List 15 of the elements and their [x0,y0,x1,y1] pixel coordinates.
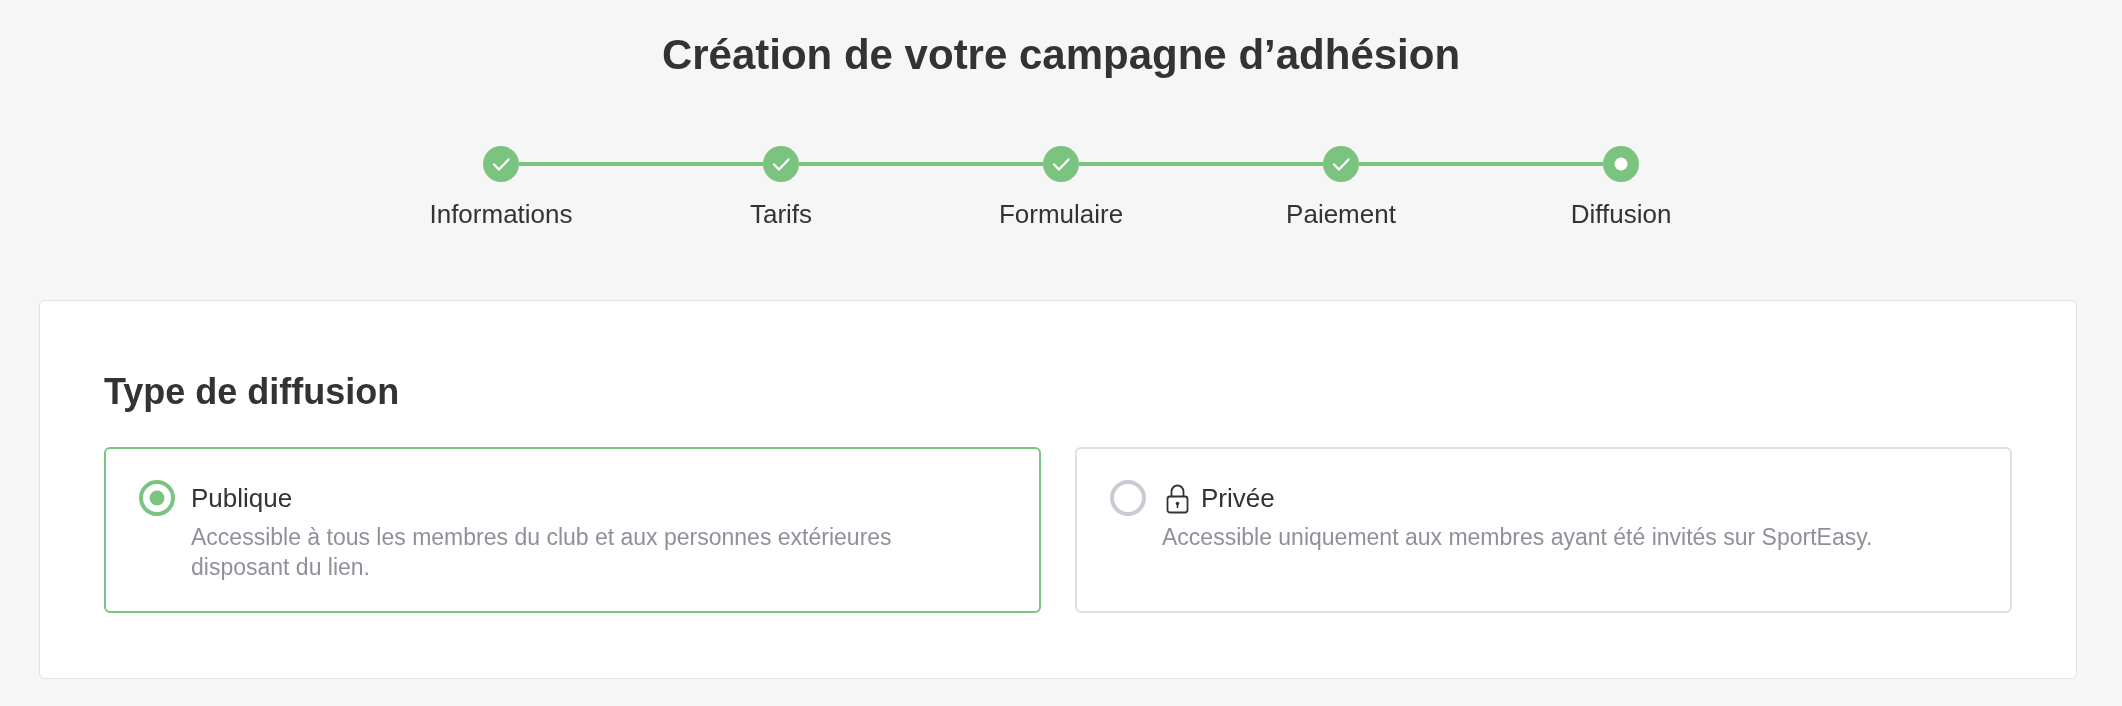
radio-button[interactable] [139,480,175,516]
radio-option-card[interactable]: Privée Accessible uniquement aux membres ayant été invités sur SportEasy. [1075,447,2012,613]
section-title: Type de diffusion [104,370,400,414]
option-description: Accessible à tous les membres du club et aux personnes extérieures disposant du lien. [191,523,893,582]
option-label: Privée [1201,482,1275,515]
step-label: Formulaire [998,199,1124,229]
step-label: Diffusion [1570,199,1672,229]
step-label: Informations [429,199,573,229]
page-title: Création de votre campagne d’adhésion [661,30,1461,80]
option-label: Publique [191,482,293,515]
radio-option-card[interactable]: Publique Accessible à tous les membres du club et aux personnes extérieures disposant du lien. [104,447,1041,613]
radio-button[interactable] [1110,480,1146,516]
option-description: Accessible uniquement aux membres ayant été invités sur SportEasy. [1162,523,1873,552]
step-label: Paiement [1286,199,1396,229]
step-label: Tarifs [749,199,813,229]
